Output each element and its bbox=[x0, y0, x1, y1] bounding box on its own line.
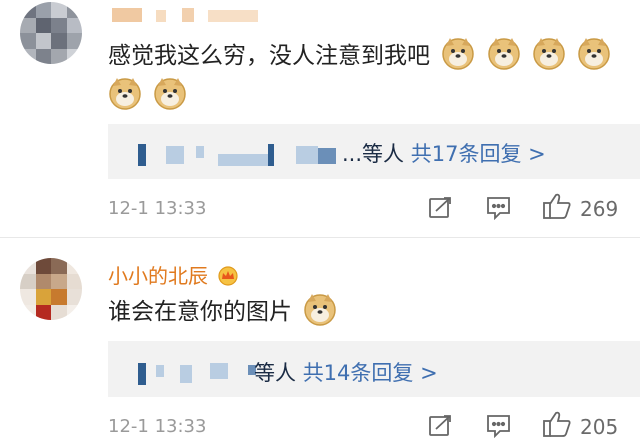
username-obscured[interactable] bbox=[112, 4, 262, 24]
share-icon[interactable] bbox=[428, 414, 454, 438]
reply-preview[interactable]: 等人 共14条回复 > bbox=[108, 341, 640, 397]
view-replies-link[interactable]: 共14条回复 > bbox=[303, 361, 438, 385]
crown-icon bbox=[218, 266, 238, 286]
doge-emoji-icon bbox=[109, 78, 141, 110]
like-count: 205 bbox=[580, 415, 619, 439]
like-count: 269 bbox=[580, 197, 619, 221]
view-replies-link[interactable]: 共17条回复 > bbox=[411, 142, 546, 166]
comment-icon[interactable] bbox=[486, 196, 512, 220]
reply-summary[interactable]: 等人 共14条回复 > bbox=[254, 357, 438, 387]
comment-text-emoji-line bbox=[108, 76, 187, 116]
doge-emoji-icon bbox=[533, 38, 565, 70]
reply-preview[interactable]: ...等人 共17条回复 > bbox=[108, 124, 640, 179]
comment-2: 小小的北辰 谁会在意你的图片 等人 共14条回复 > 12-1 13:33 20… bbox=[0, 238, 640, 447]
comment-icon[interactable] bbox=[486, 414, 512, 438]
avatar[interactable] bbox=[20, 258, 82, 320]
doge-emoji-icon bbox=[154, 78, 187, 110]
like-icon[interactable] bbox=[542, 192, 572, 220]
comment-text: 感觉我这么穷，没人注意到我吧 bbox=[108, 36, 611, 76]
comment-text: 谁会在意你的图片 bbox=[108, 292, 337, 332]
like-icon[interactable] bbox=[542, 410, 572, 438]
timestamp: 12-1 13:33 bbox=[108, 416, 207, 437]
timestamp: 12-1 13:33 bbox=[108, 198, 207, 219]
doge-emoji-icon bbox=[442, 38, 475, 70]
author-name[interactable]: 小小的北辰 bbox=[108, 260, 240, 289]
doge-emoji-icon bbox=[304, 294, 337, 326]
comment-1: 感觉我这么穷，没人注意到我吧 ...等人 共17条回复 > 12-1 13:33… bbox=[0, 0, 640, 235]
share-icon[interactable] bbox=[428, 196, 454, 220]
doge-emoji-icon bbox=[578, 38, 610, 70]
reply-summary[interactable]: ...等人 共17条回复 > bbox=[342, 138, 546, 168]
doge-emoji-icon bbox=[487, 38, 520, 70]
avatar[interactable] bbox=[20, 2, 82, 64]
